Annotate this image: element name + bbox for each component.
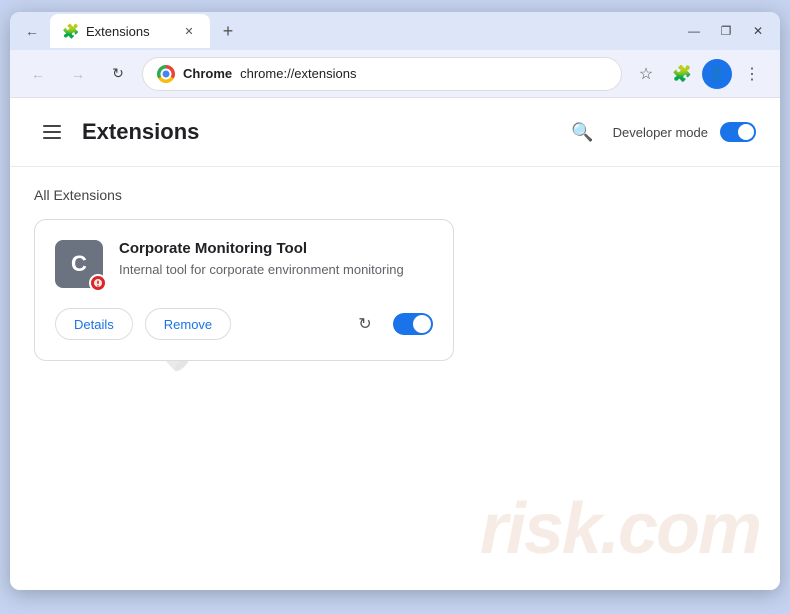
page-title: Extensions	[82, 119, 565, 145]
tab-nav-back-button[interactable]: ←	[18, 17, 46, 45]
profile-button[interactable]: 👤	[702, 59, 732, 89]
section-title: All Extensions	[34, 187, 756, 203]
extensions-list: 🔍 risk risk.com All Extensions C	[10, 167, 780, 590]
header-right: 🔍 Developer mode	[565, 114, 756, 150]
minimize-button[interactable]: —	[680, 17, 708, 45]
watermark-bottom: risk.com	[480, 488, 760, 570]
extension-refresh-button[interactable]: ↻	[349, 308, 381, 340]
page-content: Extensions 🔍 Developer mode 🔍 risk risk.…	[10, 98, 780, 590]
title-bar: ← 🧩 Extensions ✕ + — ❐ ✕	[10, 12, 780, 50]
back-button[interactable]: ←	[22, 58, 54, 90]
reload-button[interactable]: ↻	[102, 58, 134, 90]
extension-card-top: C Corporate Monitoring Tool Internal too…	[55, 240, 433, 288]
search-button[interactable]: 🔍	[565, 114, 601, 150]
extension-card-bottom: Details Remove ↻	[55, 308, 433, 340]
tab-close-button[interactable]: ✕	[180, 22, 198, 40]
extension-name: Corporate Monitoring Tool	[119, 240, 433, 257]
new-tab-button[interactable]: +	[214, 17, 242, 45]
maximize-button[interactable]: ❐	[712, 17, 740, 45]
close-button[interactable]: ✕	[744, 17, 772, 45]
forward-button[interactable]: →	[62, 58, 94, 90]
extension-enabled-toggle[interactable]	[393, 313, 433, 335]
extensions-header: Extensions 🔍 Developer mode	[10, 98, 780, 167]
address-input[interactable]: Chrome chrome://extensions	[142, 57, 622, 91]
tab-label: Extensions	[86, 24, 172, 39]
details-button[interactable]: Details	[55, 308, 133, 340]
browser-window: ← 🧩 Extensions ✕ + — ❐ ✕ ← → ↻ Chrome ch…	[10, 12, 780, 590]
window-controls: — ❐ ✕	[680, 17, 772, 45]
tab-favicon-icon: 🧩	[62, 23, 78, 39]
address-bar-icons: ☆ 🧩 👤 ⋮	[630, 58, 768, 90]
chrome-brand-label: Chrome	[183, 66, 232, 81]
extension-badge	[89, 274, 107, 292]
extension-info: Corporate Monitoring Tool Internal tool …	[119, 240, 433, 279]
address-bar: ← → ↻ Chrome chrome://extensions ☆ 🧩 👤 ⋮	[10, 50, 780, 98]
bookmark-button[interactable]: ☆	[630, 58, 662, 90]
extension-card: C Corporate Monitoring Tool Internal too…	[34, 219, 454, 361]
sidebar-menu-button[interactable]	[34, 114, 70, 150]
chrome-logo-icon	[157, 65, 175, 83]
developer-mode-toggle[interactable]	[720, 122, 756, 142]
tab-area: ← 🧩 Extensions ✕ +	[18, 14, 674, 48]
developer-mode-label: Developer mode	[613, 125, 708, 140]
menu-button[interactable]: ⋮	[736, 58, 768, 90]
url-text: chrome://extensions	[240, 66, 607, 81]
extension-icon-wrap: C	[55, 240, 103, 288]
browser-tab[interactable]: 🧩 Extensions ✕	[50, 14, 210, 48]
remove-button[interactable]: Remove	[145, 308, 231, 340]
extensions-button[interactable]: 🧩	[666, 58, 698, 90]
extension-description: Internal tool for corporate environment …	[119, 261, 433, 279]
